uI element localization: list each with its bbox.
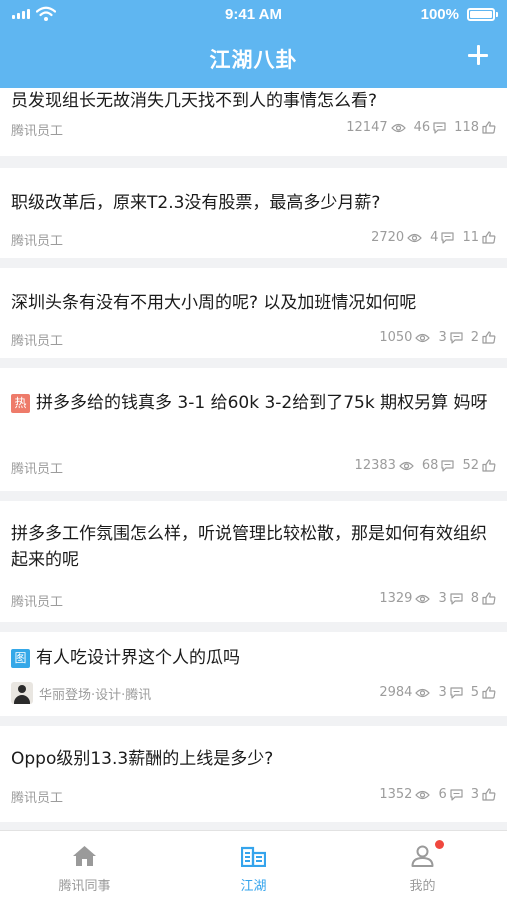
like-count: 5: [470, 685, 479, 700]
thumbs-up-icon: [482, 459, 496, 472]
post-card[interactable]: 深圳头条有没有不用大小周的呢? 以及加班情况如何呢 腾讯员工 1050 3 2: [0, 268, 507, 358]
post-card[interactable]: Oppo级别13.3薪酬的上线是多少? 腾讯员工 1352 6 3: [0, 726, 507, 822]
view-count: 12383: [354, 458, 396, 473]
thumbs-up-icon: [482, 592, 496, 605]
battery-percent: 100%: [420, 6, 459, 23]
post-author: 华丽登场·设计·腾讯: [11, 682, 151, 704]
post-author: 腾讯员工: [11, 124, 64, 139]
like-count: 8: [470, 591, 479, 606]
post-stats: 1050 3 2: [379, 330, 496, 345]
comment-icon: [450, 331, 463, 344]
tab-bar: 腾讯同事 江湖 我的: [0, 830, 507, 900]
view-count: 1329: [379, 591, 413, 606]
view-count: 12147: [346, 120, 388, 135]
buildings-icon: [241, 846, 266, 867]
post-stats: 12383 68 52: [355, 458, 496, 473]
eye-icon: [415, 688, 431, 697]
post-feed[interactable]: 员发现组长无故消失几天找不到人的事情怎么看? 腾讯员工 12147 46 118…: [0, 88, 507, 830]
post-card[interactable]: 图有人吃设计界这个人的瓜吗 华丽登场·设计·腾讯 2984 3 5: [0, 632, 507, 716]
like-count: 118: [454, 120, 479, 135]
tab-colleagues[interactable]: 腾讯同事: [0, 831, 169, 900]
eye-icon: [399, 461, 414, 470]
post-stats: 1352 6 3: [379, 787, 496, 802]
comment-count: 3: [438, 330, 447, 345]
eye-icon: [415, 594, 431, 603]
comment-icon: [450, 788, 463, 801]
tab-label: 腾讯同事: [58, 879, 111, 894]
post-title[interactable]: 深圳头条有没有不用大小周的呢? 以及加班情况如何呢: [11, 290, 497, 316]
post-title[interactable]: 热拼多多给的钱真多 3-1 给60k 3-2给到了75k 期权另算 妈呀: [11, 390, 497, 416]
post-title-text: 拼多多给的钱真多 3-1 给60k 3-2给到了75k 期权另算 妈呀: [36, 393, 488, 413]
view-count: 1050: [379, 330, 413, 345]
post-title[interactable]: 员发现组长无故消失几天找不到人的事情怎么看?: [11, 88, 497, 114]
comment-icon: [441, 459, 455, 472]
notification-badge: [435, 840, 444, 849]
user-icon: [411, 845, 434, 867]
comment-icon: [450, 592, 463, 605]
post-title[interactable]: 职级改革后，原来T2.3没有股票，最高多少月薪?: [11, 190, 497, 216]
eye-icon: [415, 790, 431, 799]
view-count: 1352: [379, 787, 413, 802]
post-title[interactable]: 拼多多工作氛围怎么样，听说管理比较松散，那是如何有效组织起来的呢: [11, 521, 497, 573]
author-name[interactable]: 华丽登场·设计·腾讯: [39, 684, 151, 703]
comment-count: 3: [438, 685, 447, 700]
thumbs-up-icon: [482, 231, 496, 244]
tab-label: 我的: [409, 879, 436, 894]
battery-icon: [467, 8, 498, 21]
eye-icon: [415, 333, 431, 342]
post-title-text: 有人吃设计界这个人的瓜吗: [36, 648, 240, 668]
post-stats: 2720 4 11: [371, 230, 496, 245]
page-title: 江湖八卦: [209, 48, 298, 72]
post-stats: 2984 3 5: [379, 685, 496, 700]
comment-icon: [450, 686, 463, 699]
home-icon: [73, 846, 96, 866]
comment-count: 4: [430, 230, 439, 245]
post-stats: 12147 46 118: [346, 120, 496, 135]
post-card[interactable]: 职级改革后，原来T2.3没有股票，最高多少月薪? 腾讯员工 2720 4 11: [0, 168, 507, 258]
tab-jianghu[interactable]: 江湖: [169, 831, 338, 900]
comment-count: 46: [413, 120, 431, 135]
post-author: 腾讯员工: [11, 462, 64, 477]
comment-count: 68: [421, 458, 439, 473]
view-count: 2984: [379, 685, 413, 700]
like-count: 3: [470, 787, 479, 802]
eye-icon: [390, 123, 406, 132]
nav-bar: 江湖八卦: [0, 30, 507, 88]
image-tag: 图: [11, 649, 30, 668]
plus-icon[interactable]: [465, 42, 491, 68]
post-stats: 1329 3 8: [379, 591, 496, 606]
post-author: 腾讯员工: [11, 234, 64, 249]
comment-icon: [441, 231, 455, 244]
thumbs-up-icon: [482, 331, 496, 344]
tab-label: 江湖: [240, 879, 267, 894]
post-author: 腾讯员工: [11, 334, 64, 349]
post-author: 腾讯员工: [11, 595, 64, 610]
comment-icon: [433, 121, 446, 134]
thumbs-up-icon: [482, 686, 496, 699]
like-count: 11: [462, 230, 479, 245]
tab-mine[interactable]: 我的: [338, 831, 507, 900]
status-bar: 9:41 AM 100%: [0, 0, 507, 30]
post-title[interactable]: 图有人吃设计界这个人的瓜吗: [11, 645, 497, 671]
like-count: 2: [470, 330, 479, 345]
post-author: 腾讯员工: [11, 791, 64, 806]
thumbs-up-icon: [482, 121, 496, 134]
post-card[interactable]: 员发现组长无故消失几天找不到人的事情怎么看? 腾讯员工 12147 46 118: [0, 88, 507, 156]
comment-count: 6: [438, 787, 447, 802]
hot-tag: 热: [11, 394, 30, 413]
post-card[interactable]: 热拼多多给的钱真多 3-1 给60k 3-2给到了75k 期权另算 妈呀 腾讯员…: [0, 368, 507, 491]
eye-icon: [407, 233, 422, 242]
comment-count: 3: [438, 591, 447, 606]
like-count: 52: [462, 458, 479, 473]
post-title[interactable]: Oppo级别13.3薪酬的上线是多少?: [11, 746, 497, 772]
avatar[interactable]: [11, 682, 33, 704]
post-card[interactable]: 拼多多工作氛围怎么样，听说管理比较松散，那是如何有效组织起来的呢 腾讯员工 13…: [0, 501, 507, 622]
thumbs-up-icon: [482, 788, 496, 801]
view-count: 2720: [371, 230, 405, 245]
